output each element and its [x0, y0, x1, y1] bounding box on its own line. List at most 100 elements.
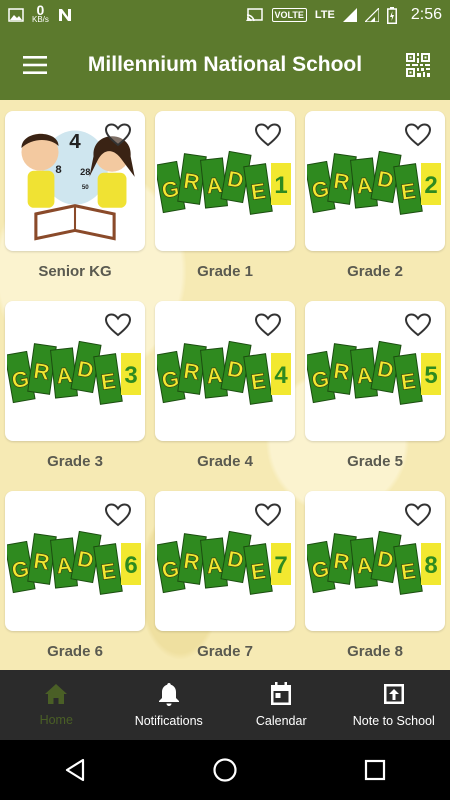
grade-letter: A [355, 362, 374, 389]
grade-item-5[interactable]: GRADE5 Grade 5 [305, 301, 445, 491]
status-bar: 0 KB/s VOLTE LTE 2:56 [0, 0, 450, 30]
grade-banner-image: GRADE2 [307, 150, 441, 215]
favorite-heart-icon[interactable] [105, 123, 131, 147]
signal-icon [342, 8, 357, 22]
system-navigation-bar [0, 740, 450, 800]
kg-number: 8 [55, 164, 61, 176]
grade-banner-image: GRADE8 [307, 530, 441, 595]
grade-item-8[interactable]: GRADE8 Grade 8 [305, 491, 445, 670]
grade-card[interactable]: GRADE5 [305, 301, 445, 441]
nav-calendar[interactable]: Calendar [225, 670, 338, 740]
grade-banner-image: GRADE5 [307, 340, 441, 405]
favorite-heart-icon[interactable] [255, 123, 281, 147]
grade-card[interactable]: GRADE2 [305, 111, 445, 251]
page-title: Millennium National School [87, 53, 363, 76]
favorite-heart-icon[interactable] [405, 123, 431, 147]
grade-card[interactable]: GRADE8 [305, 491, 445, 631]
grade-label: Grade 6 [47, 643, 103, 660]
home-icon [45, 684, 68, 704]
grade-item-6[interactable]: GRADE6 Grade 6 [5, 491, 145, 670]
grade-letter: A [205, 552, 224, 579]
grade-letter: A [55, 362, 74, 389]
network-speed-unit: KB/s [32, 15, 49, 24]
grade-item-0[interactable]: 4 8 28 50 Senior KG [5, 111, 145, 301]
bottom-navigation: Home Notifications Calendar Note to Scho… [0, 670, 450, 740]
kg-number: 28 [80, 167, 90, 177]
grade-number: 2 [424, 172, 437, 199]
grade-number: 3 [124, 362, 137, 389]
favorite-heart-icon[interactable] [255, 503, 281, 527]
grade-list: 4 8 28 50 Senior KG GRADE1 Grade 1 GRADE2 G… [0, 100, 450, 670]
signal-weak-icon [364, 8, 379, 22]
grade-card[interactable]: GRADE6 [5, 491, 145, 631]
image-icon [8, 8, 24, 22]
grade-banner-image: GRADE6 [7, 530, 141, 595]
grade-banner-image: GRADE4 [157, 340, 291, 405]
cast-icon [245, 8, 263, 22]
kg-number: 4 [69, 130, 81, 153]
grade-card[interactable]: 4 8 28 50 [5, 111, 145, 251]
grade-number: 6 [124, 552, 137, 579]
nav-home-label: Home [39, 713, 73, 727]
upload-note-icon [383, 684, 404, 704]
nav-notifications-label: Notifications [134, 714, 203, 728]
recents-icon[interactable] [345, 740, 405, 800]
grade-label: Grade 8 [347, 643, 403, 660]
back-icon[interactable] [45, 740, 105, 800]
nav-note-to-school[interactable]: Note to School [338, 670, 450, 740]
favorite-heart-icon[interactable] [255, 313, 281, 337]
grade-number: 1 [274, 172, 287, 199]
grade-item-1[interactable]: GRADE1 Grade 1 [155, 111, 295, 301]
home-circle-icon[interactable] [195, 740, 255, 800]
grade-banner-image: GRADE3 [7, 340, 141, 405]
grade-label: Grade 7 [197, 643, 253, 660]
battery-icon [386, 6, 397, 24]
grade-item-4[interactable]: GRADE4 Grade 4 [155, 301, 295, 491]
grade-card[interactable]: GRADE3 [5, 301, 145, 441]
network-speed-value: 0 [36, 2, 45, 18]
grade-item-7[interactable]: GRADE7 Grade 7 [155, 491, 295, 670]
network-type: LTE [314, 9, 335, 21]
girl-shirt [97, 172, 127, 208]
grade-label: Grade 2 [347, 263, 403, 280]
grade-letter: A [205, 172, 224, 199]
favorite-heart-icon[interactable] [405, 313, 431, 337]
nav-calendar-label: Calendar [255, 714, 307, 728]
boy-shirt [27, 170, 55, 208]
favorite-heart-icon[interactable] [105, 503, 131, 527]
n-logo-icon [58, 9, 71, 21]
grade-card[interactable]: GRADE7 [155, 491, 295, 631]
clock: 2:56 [410, 6, 442, 23]
nav-note-to-school-label: Note to School [352, 714, 435, 728]
grade-item-3[interactable]: GRADE3 Grade 3 [5, 301, 145, 491]
grade-label: Senior KG [38, 263, 112, 280]
favorite-heart-icon[interactable] [405, 503, 431, 527]
grade-letter: A [355, 552, 374, 579]
grade-banner-image: GRADE7 [157, 530, 291, 595]
grade-grid: 4 8 28 50 Senior KG GRADE1 Grade 1 GRADE2 G… [5, 111, 445, 670]
grade-number: 4 [274, 362, 288, 389]
favorite-heart-icon[interactable] [105, 313, 131, 337]
volte-badge: VOLTE [271, 8, 307, 22]
grade-card[interactable]: GRADE4 [155, 301, 295, 441]
grade-card[interactable]: GRADE1 [155, 111, 295, 251]
app-bar: Millennium National School [0, 30, 450, 100]
grade-letter: A [205, 362, 224, 389]
grade-item-2[interactable]: GRADE2 Grade 2 [305, 111, 445, 301]
grade-number: 8 [424, 552, 437, 579]
nav-notifications[interactable]: Notifications [113, 670, 226, 740]
kg-number: 50 [82, 184, 89, 191]
qr-code-icon[interactable] [386, 30, 450, 100]
grade-letter: A [55, 552, 74, 579]
network-speed: 0 KB/s [32, 2, 49, 25]
grade-label: Grade 5 [347, 453, 403, 470]
grade-number: 5 [424, 362, 437, 389]
grade-number: 7 [274, 552, 287, 579]
grade-label: Grade 4 [197, 453, 253, 470]
grade-letter: A [355, 172, 374, 199]
calendar-icon [271, 682, 292, 705]
grade-label: Grade 1 [197, 263, 253, 280]
hamburger-menu-icon[interactable] [0, 30, 70, 100]
grade-banner-image: GRADE1 [157, 150, 291, 215]
nav-home[interactable]: Home [0, 670, 113, 740]
